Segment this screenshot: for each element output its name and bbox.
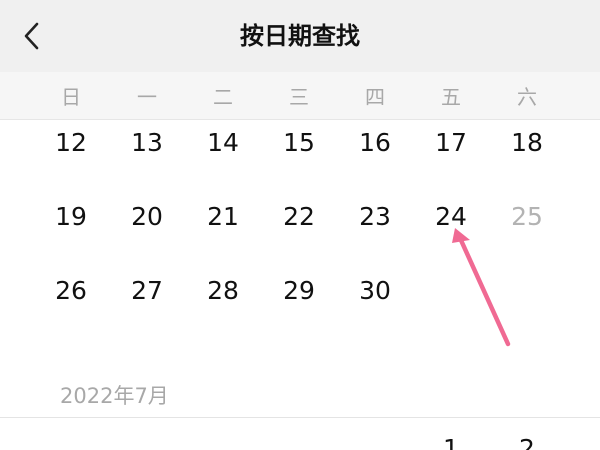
weekday-sunday: 日 [61, 85, 81, 109]
calendar-day[interactable]: 17 [413, 118, 489, 168]
calendar-day-disabled: 25 [511, 202, 543, 231]
calendar-day[interactable]: 18 [489, 118, 565, 168]
calendar-day[interactable]: 19 [33, 192, 109, 242]
calendar-day[interactable]: 26 [33, 266, 109, 316]
next-month-first-row: 1 2 [0, 418, 600, 450]
weekday-monday: 一 [137, 85, 157, 109]
calendar-day[interactable]: 13 [109, 118, 185, 168]
calendar-day[interactable]: 29 [261, 266, 337, 316]
weekday-header: 日 一 二 三 四 五 六 [0, 72, 600, 120]
weekday-saturday: 六 [517, 85, 537, 109]
page-title: 按日期查找 [240, 22, 360, 50]
calendar-day-24[interactable]: 24 [413, 192, 489, 242]
calendar-day[interactable]: 20 [109, 192, 185, 242]
calendar-day[interactable]: 30 [337, 266, 413, 316]
header-bar: 按日期查找 [0, 0, 600, 72]
calendar-day[interactable]: 14 [185, 118, 261, 168]
calendar-day[interactable]: 12 [33, 118, 109, 168]
weekday-thursday: 四 [365, 85, 385, 109]
calendar-day[interactable]: 21 [185, 192, 261, 242]
calendar-day[interactable]: 23 [337, 192, 413, 242]
month-label: 2022年7月 [60, 384, 169, 408]
weekday-wednesday: 三 [289, 85, 309, 109]
calendar-day[interactable]: 28 [185, 266, 261, 316]
calendar-day[interactable]: 22 [261, 192, 337, 242]
calendar-day[interactable]: 16 [337, 118, 413, 168]
calendar-day[interactable]: 15 [261, 118, 337, 168]
weekday-tuesday: 二 [213, 85, 233, 109]
calendar-day[interactable]: 2 [489, 434, 565, 450]
calendar-day[interactable]: 1 [413, 434, 489, 450]
calendar-day[interactable]: 27 [109, 266, 185, 316]
weekday-friday: 五 [441, 85, 461, 109]
